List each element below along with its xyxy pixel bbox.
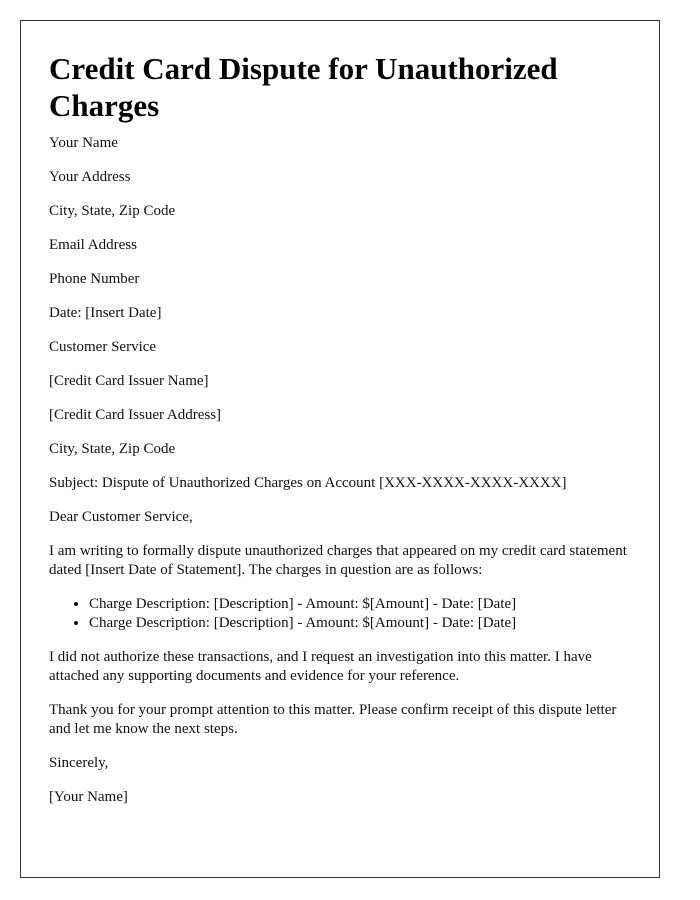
- recipient-department: Customer Service: [49, 339, 157, 355]
- signature: [Your Name]: [49, 789, 128, 805]
- charge-item: Charge Description: [Description] - Amou…: [89, 595, 631, 614]
- sender-email: Email Address: [49, 237, 137, 253]
- subject-line: Subject: Dispute of Unauthorized Charges…: [49, 475, 567, 491]
- sender-name: Your Name: [49, 135, 118, 151]
- letter-container: Credit Card Dispute for Unauthorized Cha…: [20, 20, 660, 878]
- charges-list: Charge Description: [Description] - Amou…: [49, 595, 631, 633]
- sender-address: Your Address: [49, 169, 131, 185]
- letter-date: Date: [Insert Date]: [49, 305, 162, 321]
- recipient-issuer-name: [Credit Card Issuer Name]: [49, 373, 209, 389]
- letter-title: Credit Card Dispute for Unauthorized Cha…: [49, 51, 558, 123]
- sender-city-state-zip: City, State, Zip Code: [49, 203, 176, 219]
- charge-item: Charge Description: [Description] - Amou…: [89, 614, 631, 633]
- intro-paragraph: I am writing to formally dispute unautho…: [49, 543, 627, 578]
- closing-request-paragraph: Thank you for your prompt attention to t…: [49, 702, 617, 737]
- closing: Sincerely,: [49, 755, 109, 771]
- salutation: Dear Customer Service,: [49, 509, 193, 525]
- recipient-city-state-zip: City, State, Zip Code: [49, 441, 176, 457]
- sender-phone: Phone Number: [49, 271, 140, 287]
- recipient-issuer-address: [Credit Card Issuer Address]: [49, 407, 222, 423]
- statement-paragraph: I did not authorize these transactions, …: [49, 649, 592, 684]
